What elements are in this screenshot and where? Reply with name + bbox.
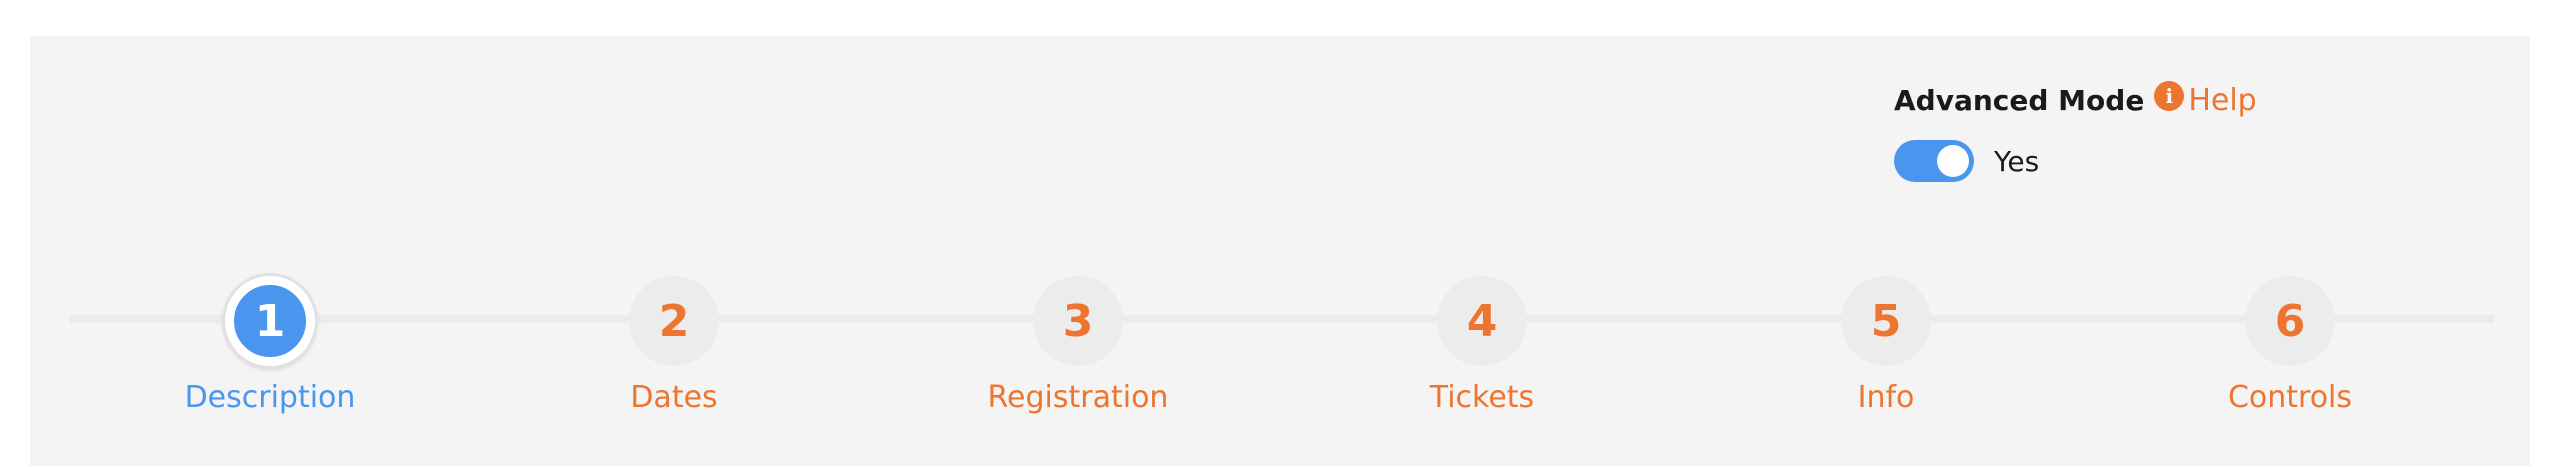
step-label: Registration bbox=[987, 380, 1169, 415]
step-dates[interactable]: 2 Dates bbox=[524, 276, 824, 415]
info-icon[interactable]: i bbox=[2154, 81, 2185, 111]
step-circle: 6 bbox=[2245, 276, 2335, 366]
step-circle: 1 bbox=[225, 276, 315, 366]
step-circle: 2 bbox=[629, 276, 719, 366]
step-number: 2 bbox=[658, 295, 690, 347]
step-label: Description bbox=[184, 380, 356, 415]
step-tickets[interactable]: 4 Tickets bbox=[1332, 276, 1632, 415]
advanced-mode-header: Advanced Mode i Help bbox=[1894, 78, 2257, 122]
advanced-mode-title: Advanced Mode bbox=[1894, 83, 2145, 117]
step-number: 3 bbox=[1062, 295, 1094, 347]
toggle-label: Yes bbox=[1994, 144, 2040, 178]
step-label: Controls bbox=[2227, 380, 2353, 415]
advanced-mode-toggle[interactable] bbox=[1894, 140, 1974, 182]
step-number: 4 bbox=[1466, 295, 1498, 347]
step-label: Info bbox=[1857, 380, 1915, 415]
step-number: 1 bbox=[254, 295, 286, 347]
step-info[interactable]: 5 Info bbox=[1736, 276, 2036, 415]
step-label: Dates bbox=[630, 380, 718, 415]
step-registration[interactable]: 3 Registration bbox=[928, 276, 1228, 415]
help-link[interactable]: Help bbox=[2188, 83, 2256, 118]
advanced-mode-toggle-row: Yes bbox=[1894, 140, 2257, 182]
toggle-knob bbox=[1937, 145, 1969, 177]
step-controls[interactable]: 6 Controls bbox=[2140, 276, 2440, 415]
step-number: 5 bbox=[1870, 295, 1902, 347]
step-description[interactable]: 1 Description bbox=[120, 276, 420, 415]
step-number: 6 bbox=[2274, 295, 2306, 347]
step-circle: 5 bbox=[1841, 276, 1931, 366]
stepper-track bbox=[70, 315, 2494, 323]
step-label: Tickets bbox=[1429, 380, 1535, 415]
advanced-mode-section: Advanced Mode i Help Yes bbox=[1894, 78, 2257, 182]
step-circle: 3 bbox=[1033, 276, 1123, 366]
step-circle: 4 bbox=[1437, 276, 1527, 366]
